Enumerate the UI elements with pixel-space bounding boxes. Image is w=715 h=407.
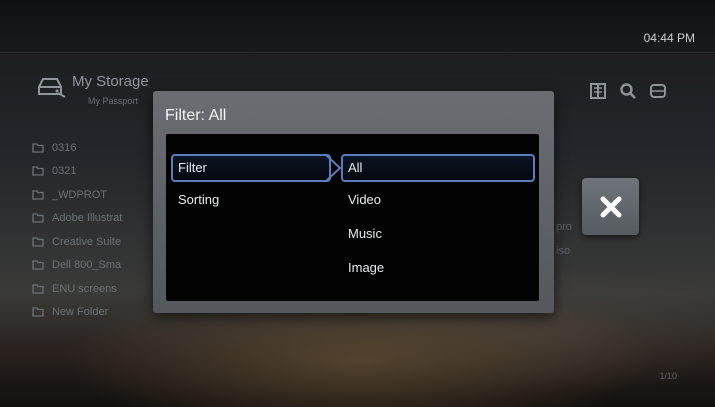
list-item[interactable]: Dell 800_Sma [32, 254, 122, 278]
folder-icon [32, 213, 44, 223]
folder-name-trail: pro [556, 221, 572, 233]
list-item[interactable]: Adobe Illustrat [32, 207, 122, 231]
folder-icon [32, 143, 44, 153]
option-video[interactable]: Video [348, 188, 381, 212]
top-bar: 04:44 PM [0, 0, 715, 53]
option-label: Video [348, 192, 382, 207]
filter-panel: Filter Sorting All Video Music Image [166, 134, 539, 301]
storage-icon[interactable] [649, 82, 667, 100]
option-label: All [348, 160, 363, 175]
folder-name: Dell 800_Sma [52, 259, 122, 272]
page-counter: 1/10 [659, 371, 677, 381]
menu-item-label: Sorting [178, 192, 220, 207]
folder-icon [32, 190, 44, 200]
search-icon[interactable] [619, 82, 637, 100]
chevron-right-icon [326, 154, 342, 182]
folder-icon [32, 237, 44, 247]
list-item[interactable]: 0321 [32, 160, 122, 184]
list-item[interactable]: New Folder [32, 301, 122, 325]
option-label: Music [348, 226, 382, 241]
folder-name: Adobe Illustrat [52, 212, 123, 225]
close-icon [600, 196, 621, 217]
folder-name-trail: iso [556, 245, 571, 257]
menu-item-label: Filter [178, 160, 207, 175]
list-item[interactable]: ENU screens [32, 277, 122, 301]
option-image[interactable]: Image [348, 256, 384, 280]
option-label: Image [348, 260, 385, 275]
folder-list: 0316 0321 _WDPROT Adobe Illustrat Creati… [32, 136, 122, 324]
storage-title: My Storage [72, 73, 149, 90]
list-item[interactable]: Creative Suite [32, 230, 122, 254]
folder-icon [32, 260, 44, 270]
folder-icon [32, 284, 44, 294]
folder-icon [32, 166, 44, 176]
folder-name: Creative Suite [52, 235, 122, 248]
option-music[interactable]: Music [348, 222, 382, 246]
view-mode-icon[interactable] [589, 82, 607, 100]
filter-dialog: Filter: All Filter Sorting All Video Mus… [153, 91, 554, 313]
folder-name: New Folder [52, 306, 109, 319]
dialog-title: Filter: All [165, 107, 227, 124]
menu-item-sorting[interactable]: Sorting [178, 188, 219, 212]
list-item[interactable]: _WDPROT [32, 183, 122, 207]
storage-subtitle: My Passport [88, 96, 139, 106]
menu-item-filter[interactable]: Filter [171, 154, 331, 182]
folder-icon [32, 307, 44, 317]
storage-icon [38, 78, 66, 98]
folder-name: 0321 [52, 165, 77, 178]
folder-name: ENU screens [52, 282, 117, 295]
toolbar [589, 82, 667, 100]
option-all[interactable]: All [341, 154, 535, 182]
clock: 04:44 PM [643, 31, 695, 45]
close-button[interactable] [582, 178, 639, 235]
folder-name: _WDPROT [52, 188, 107, 201]
list-item[interactable]: 0316 [32, 136, 122, 160]
folder-name: 0316 [52, 141, 77, 154]
